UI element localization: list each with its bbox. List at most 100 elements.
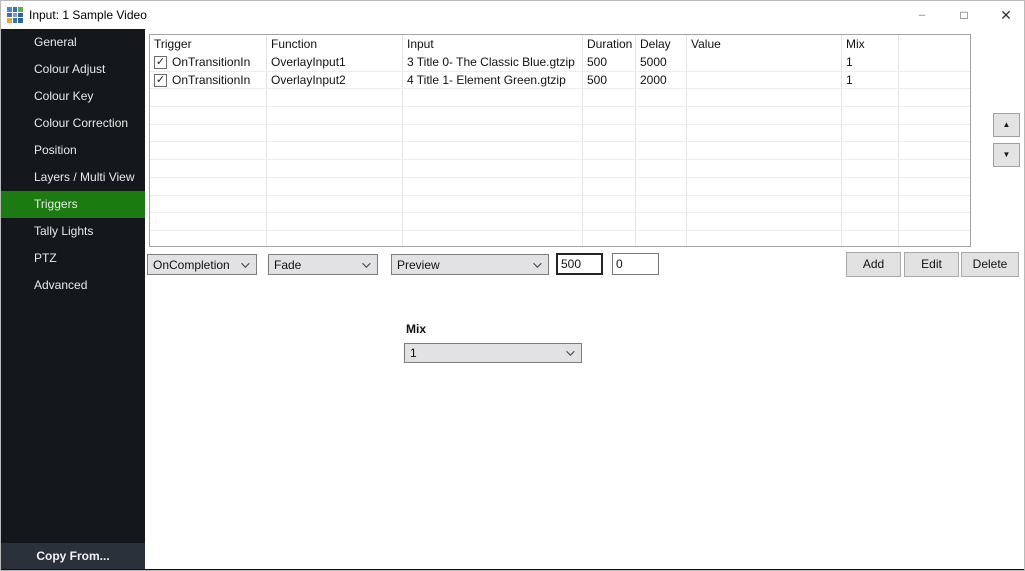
cell-value — [687, 72, 842, 89]
trigger-dropdown-value: OnCompletion — [153, 258, 230, 272]
minimize-button[interactable]: – — [903, 1, 941, 29]
cell-extra — [899, 142, 970, 159]
close-button[interactable]: ✕ — [987, 1, 1025, 29]
function-dropdown-value: Fade — [274, 258, 301, 272]
sidebar-item-colour-adjust[interactable]: Colour Adjust — [1, 56, 145, 83]
sidebar-item-general[interactable]: General — [1, 29, 145, 56]
sidebar-item-tally-lights[interactable]: Tally Lights — [1, 218, 145, 245]
col-mix[interactable]: Mix — [842, 35, 899, 54]
cell-trigger — [150, 107, 267, 124]
cell-duration: 500 — [583, 72, 636, 89]
cell-trigger — [150, 178, 267, 195]
cell-function: OverlayInput2 — [267, 72, 403, 89]
sidebar-item-position[interactable]: Position — [1, 137, 145, 164]
col-function[interactable]: Function — [267, 35, 403, 54]
col-value[interactable]: Value — [687, 35, 842, 54]
cell-extra — [899, 89, 970, 106]
cell-function — [267, 142, 403, 159]
cell-mix — [842, 89, 899, 106]
sidebar-item-advanced[interactable]: Advanced — [1, 272, 145, 299]
table-row — [150, 89, 970, 107]
app-grid-icon — [7, 7, 23, 23]
cell-input — [403, 213, 583, 230]
col-trigger[interactable]: Trigger — [150, 35, 267, 54]
sidebar-item-layers-multi-view[interactable]: Layers / Multi View — [1, 164, 145, 191]
sidebar-item-colour-key[interactable]: Colour Key — [1, 83, 145, 110]
cell-delay — [636, 196, 687, 213]
row-enabled-checkbox[interactable]: ✓ — [154, 56, 167, 69]
cell-function — [267, 213, 403, 230]
cell-input — [403, 142, 583, 159]
col-duration[interactable]: Duration — [583, 35, 636, 54]
cell-extra — [899, 213, 970, 230]
cell-function — [267, 107, 403, 124]
cell-delay — [636, 160, 687, 177]
up-arrow-icon: ▲ — [1003, 120, 1011, 129]
cell-delay — [636, 231, 687, 247]
cell-value — [687, 54, 842, 71]
cell-duration — [583, 107, 636, 124]
function-dropdown[interactable]: Fade — [268, 254, 378, 275]
mix-dropdown[interactable]: 1 — [404, 343, 582, 363]
cell-input — [403, 107, 583, 124]
cell-trigger-text: OnTransitionIn — [172, 55, 250, 69]
cell-mix: 1 — [842, 54, 899, 71]
cell-value — [687, 142, 842, 159]
input-dropdown[interactable]: Preview — [391, 254, 549, 275]
cell-mix — [842, 107, 899, 124]
duration-field[interactable] — [556, 253, 603, 275]
cell-mix — [842, 213, 899, 230]
chevron-down-icon — [362, 259, 370, 267]
cell-extra — [899, 107, 970, 124]
cell-trigger: ✓OnTransitionIn — [150, 72, 267, 89]
cell-duration: 500 — [583, 54, 636, 71]
cell-duration — [583, 196, 636, 213]
cell-function — [267, 196, 403, 213]
cell-duration — [583, 89, 636, 106]
cell-function — [267, 125, 403, 142]
cell-delay — [636, 213, 687, 230]
table-row — [150, 125, 970, 143]
triggers-table: Trigger Function Input Duration Delay Va… — [149, 34, 971, 247]
cell-mix — [842, 196, 899, 213]
cell-function: OverlayInput1 — [267, 54, 403, 71]
cell-duration — [583, 142, 636, 159]
cell-extra — [899, 125, 970, 142]
input-settings-window: Input: 1 Sample Video – □ ✕ GeneralColou… — [0, 0, 1025, 571]
cell-trigger — [150, 125, 267, 142]
sidebar-item-ptz[interactable]: PTZ — [1, 245, 145, 272]
cell-extra — [899, 231, 970, 247]
table-row[interactable]: ✓OnTransitionInOverlayInput24 Title 1- E… — [150, 72, 970, 90]
table-row[interactable]: ✓ OnTransitionIn OverlayInput13 Title 0- T… — [150, 54, 970, 72]
delete-button[interactable]: Delete — [961, 252, 1019, 277]
row-enabled-checkbox[interactable]: ✓ — [154, 74, 167, 87]
sidebar-item-triggers[interactable]: Triggers — [1, 191, 145, 218]
cell-value — [687, 107, 842, 124]
col-delay[interactable]: Delay — [636, 35, 687, 54]
col-input[interactable]: Input — [403, 35, 583, 54]
copy-from-button[interactable]: Copy From... — [1, 543, 145, 569]
cell-mix — [842, 160, 899, 177]
maximize-button[interactable]: □ — [945, 1, 983, 29]
cell-delay — [636, 142, 687, 159]
cell-duration — [583, 125, 636, 142]
sidebar-item-colour-correction[interactable]: Colour Correction — [1, 110, 145, 137]
edit-button[interactable]: Edit — [904, 252, 959, 277]
titlebar: Input: 1 Sample Video – □ ✕ — [1, 1, 1024, 29]
cell-input: 3 Title 0- The Classic Blue.gtzip — [403, 54, 583, 71]
cell-function — [267, 89, 403, 106]
cell-function — [267, 160, 403, 177]
cell-extra — [899, 178, 970, 195]
move-down-button[interactable]: ▼ — [993, 143, 1020, 167]
mix-dropdown-value: 1 — [410, 346, 417, 360]
cell-trigger — [150, 231, 267, 247]
cell-duration — [583, 213, 636, 230]
cell-mix — [842, 142, 899, 159]
table-row — [150, 196, 970, 214]
trigger-dropdown[interactable]: OnCompletion — [147, 254, 257, 275]
move-up-button[interactable]: ▲ — [993, 113, 1020, 137]
cell-duration — [583, 231, 636, 247]
delay-field[interactable] — [612, 253, 659, 275]
add-button[interactable]: Add — [846, 252, 901, 277]
cell-trigger — [150, 89, 267, 106]
